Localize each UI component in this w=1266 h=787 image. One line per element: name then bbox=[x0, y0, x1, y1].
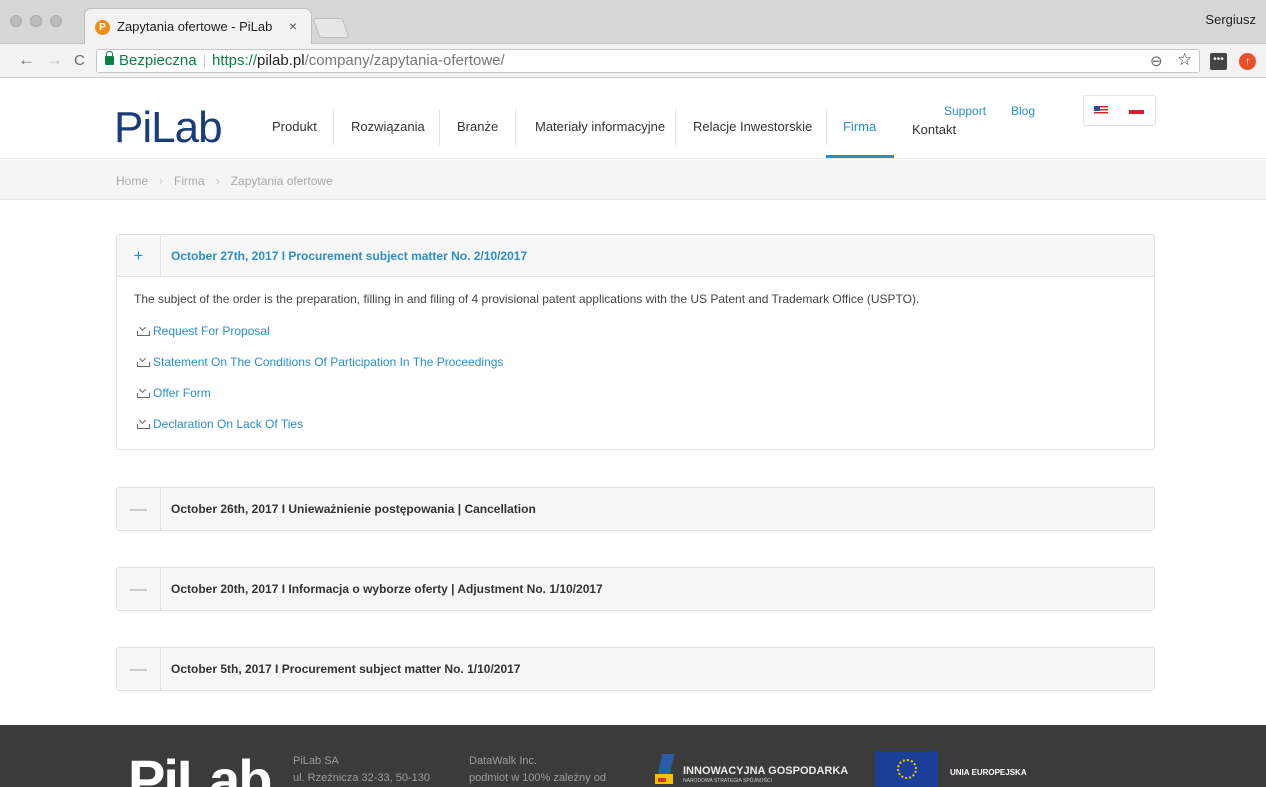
document-link-label: Request For Proposal bbox=[153, 324, 270, 338]
back-arrow-icon[interactable]: ← bbox=[18, 50, 35, 70]
nav-active-indicator bbox=[826, 155, 894, 158]
accordion-body: The subject of the order is the preparat… bbox=[117, 277, 1154, 449]
accordion-title[interactable]: October 27th, 2017 I Procurement subject… bbox=[171, 249, 527, 263]
site-header: PiLab Produkt Rozwiązania Branże Materia… bbox=[0, 79, 1266, 159]
footer-logo: PiLab bbox=[128, 748, 272, 787]
pilab-logo[interactable]: PiLab bbox=[114, 103, 223, 153]
footer-company-address: ul. Rzeźnicza 32-33, 50-130 bbox=[293, 772, 430, 784]
reload-icon[interactable]: C bbox=[74, 52, 85, 69]
ig-title: INNOWACYJNA GOSPODARKA bbox=[683, 765, 849, 777]
bookmark-star-icon[interactable]: ☆ bbox=[1177, 50, 1192, 70]
order-description: The subject of the order is the preparat… bbox=[134, 292, 920, 306]
footer-subsidiary-name: DataWalk Inc. bbox=[469, 755, 538, 767]
collapse-toggle-icon[interactable]: — bbox=[117, 488, 161, 530]
document-link[interactable]: Offer Form bbox=[137, 386, 211, 400]
accordion-panel: — October 5th, 2017 I Procurement subjec… bbox=[116, 647, 1155, 691]
accordion-header[interactable]: — October 5th, 2017 I Procurement subjec… bbox=[117, 648, 1154, 690]
download-icon bbox=[137, 387, 150, 398]
pilab-favicon-icon: P bbox=[95, 20, 110, 35]
site-footer: PiLab PiLab SA ul. Rzeźnicza 32-33, 50-1… bbox=[0, 725, 1266, 787]
document-link[interactable]: Declaration On Lack Of Ties bbox=[137, 417, 303, 431]
nav-produkt[interactable]: Produkt bbox=[272, 119, 317, 134]
accordion-header[interactable]: — October 20th, 2017 I Informacja o wybo… bbox=[117, 568, 1154, 610]
document-link[interactable]: Statement On The Conditions Of Participa… bbox=[137, 355, 503, 369]
breadcrumb-separator: › bbox=[215, 174, 220, 188]
forward-arrow-icon[interactable]: → bbox=[46, 50, 63, 70]
url-domain: pilab.pl bbox=[257, 52, 305, 69]
expand-toggle-icon[interactable]: + bbox=[117, 235, 161, 277]
collapse-toggle-icon[interactable]: — bbox=[117, 568, 161, 610]
accordion-header[interactable]: — October 26th, 2017 I Unieważnienie pos… bbox=[117, 488, 1154, 530]
breadcrumb-bar: Home › Firma › Zapytania ofertowe bbox=[0, 160, 1266, 200]
nav-relacje[interactable]: Relacje Inwestorskie bbox=[693, 119, 812, 134]
breadcrumb-home[interactable]: Home bbox=[116, 174, 148, 188]
lock-icon bbox=[105, 51, 114, 65]
profile-name[interactable]: Sergiusz bbox=[1205, 12, 1256, 27]
document-link-label: Declaration On Lack Of Ties bbox=[153, 417, 304, 431]
nav-divider bbox=[439, 109, 440, 145]
browser-tab[interactable]: P Zapytania ofertowe - PiLab × bbox=[84, 8, 312, 44]
extension-upload-icon[interactable]: ↑ bbox=[1239, 53, 1256, 70]
document-link-label: Offer Form bbox=[153, 386, 211, 400]
window-close-dot[interactable] bbox=[10, 15, 22, 27]
us-flag-icon[interactable] bbox=[1094, 106, 1108, 115]
accordion-title[interactable]: October 5th, 2017 I Procurement subject … bbox=[171, 662, 520, 676]
window-zoom-dot[interactable] bbox=[50, 15, 62, 27]
url-divider bbox=[204, 54, 205, 69]
support-link[interactable]: Support bbox=[944, 104, 986, 118]
nav-rozwiazania[interactable]: Rozwiązania bbox=[351, 119, 425, 134]
accordion-panel: — October 20th, 2017 I Informacja o wybo… bbox=[116, 567, 1155, 611]
breadcrumb-separator: › bbox=[159, 174, 164, 188]
accordion-panel: — October 26th, 2017 I Unieważnienie pos… bbox=[116, 487, 1155, 531]
accordion-title[interactable]: October 20th, 2017 I Informacja o wyborz… bbox=[171, 582, 603, 596]
tab-title: Zapytania ofertowe - PiLab bbox=[117, 19, 273, 34]
nav-divider bbox=[515, 109, 516, 145]
zoom-icon[interactable]: ⊖ bbox=[1150, 52, 1163, 70]
window-minimize-dot[interactable] bbox=[30, 15, 42, 27]
url-text: https://pilab.pl/company/zapytania-ofert… bbox=[212, 52, 505, 69]
breadcrumb: Home › Firma › Zapytania ofertowe bbox=[116, 174, 333, 188]
collapse-toggle-icon[interactable]: — bbox=[117, 648, 161, 690]
accordion-header[interactable]: + October 27th, 2017 I Procurement subje… bbox=[117, 235, 1154, 277]
secure-label: Bezpieczna bbox=[119, 52, 197, 69]
blog-link[interactable]: Blog bbox=[1011, 104, 1035, 118]
nav-materialy[interactable]: Materiały informacyjne bbox=[535, 119, 665, 134]
accordion-panel: + October 27th, 2017 I Procurement subje… bbox=[116, 234, 1155, 450]
nav-divider bbox=[333, 109, 334, 145]
document-link[interactable]: Request For Proposal bbox=[137, 324, 270, 338]
extension-menu-icon[interactable]: ••• bbox=[1210, 53, 1227, 70]
breadcrumb-firma[interactable]: Firma bbox=[174, 174, 205, 188]
document-link-label: Statement On The Conditions Of Participa… bbox=[153, 355, 504, 369]
nav-divider bbox=[826, 109, 827, 145]
ig-subtitle: NARODOWA STRATEGIA SPÓJNOŚCI bbox=[683, 778, 772, 784]
address-bar: ← → C Bezpieczna https://pilab.pl/compan… bbox=[0, 44, 1266, 78]
nav-divider bbox=[675, 109, 676, 145]
nav-branze[interactable]: Branże bbox=[457, 119, 498, 134]
download-icon bbox=[137, 418, 150, 429]
footer-subsidiary-note: podmiot w 100% zależny od bbox=[469, 772, 606, 784]
footer-company-name: PiLab SA bbox=[293, 755, 339, 767]
tab-close-icon[interactable]: × bbox=[289, 18, 297, 34]
breadcrumb-current: Zapytania ofertowe bbox=[230, 174, 333, 188]
innowacyjna-gospodarka-logo-icon bbox=[655, 754, 675, 784]
download-icon bbox=[137, 356, 150, 367]
accordion-title[interactable]: October 26th, 2017 I Unieważnienie postę… bbox=[171, 502, 536, 516]
new-tab-button[interactable] bbox=[312, 18, 350, 38]
eu-flag-icon bbox=[875, 751, 938, 787]
language-switcher bbox=[1083, 95, 1156, 126]
browser-tab-bar: P Zapytania ofertowe - PiLab × Sergiusz bbox=[0, 0, 1266, 44]
pl-flag-icon[interactable] bbox=[1129, 110, 1144, 114]
eu-label: UNIA EUROPEJSKA bbox=[950, 768, 1027, 777]
url-input[interactable]: Bezpieczna https://pilab.pl/company/zapy… bbox=[96, 49, 1200, 73]
nav-kontakt[interactable]: Kontakt bbox=[912, 122, 956, 137]
url-scheme: https:// bbox=[212, 52, 258, 69]
download-icon bbox=[137, 325, 150, 336]
nav-firma[interactable]: Firma bbox=[843, 119, 876, 134]
url-path: /company/zapytania-ofertowe/ bbox=[304, 52, 505, 69]
